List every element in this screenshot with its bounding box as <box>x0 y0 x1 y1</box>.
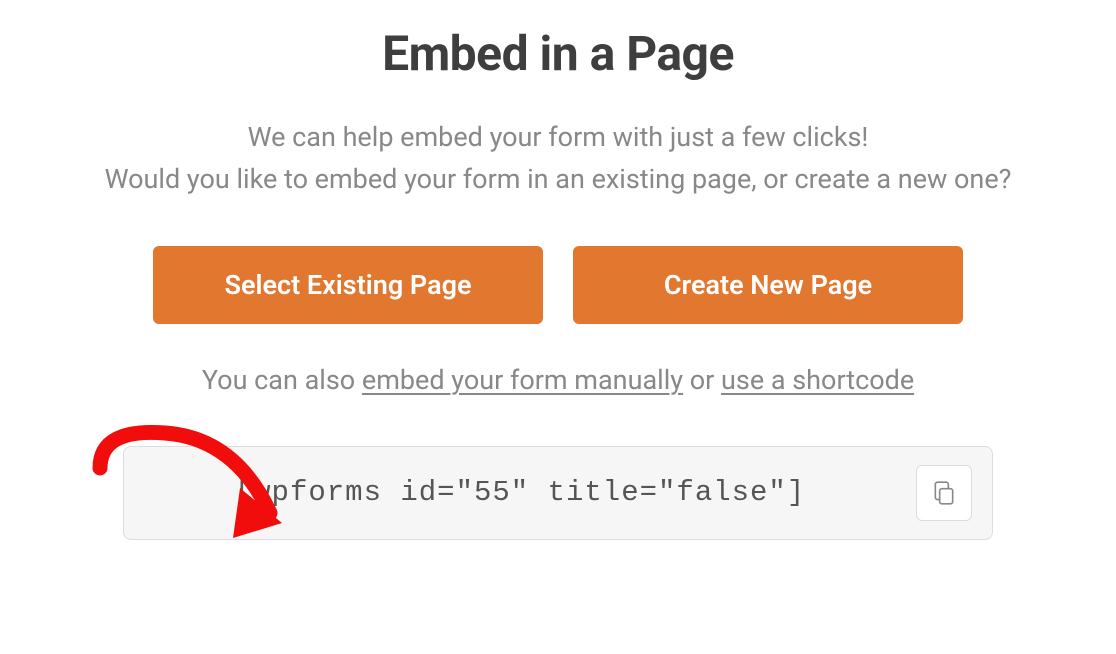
description-line-2: Would you like to embed your form in an … <box>105 163 1012 195</box>
alt-prefix: You can also <box>202 364 362 396</box>
copy-icon <box>931 480 957 506</box>
description-text: We can help embed your form with just a … <box>68 117 1048 201</box>
shortcode-text: [wpforms id="55" title="false"] <box>144 476 896 509</box>
page-title: Embed in a Page <box>68 25 1048 82</box>
create-new-page-button[interactable]: Create New Page <box>573 246 963 324</box>
embed-manually-link[interactable]: embed your form manually <box>362 364 683 396</box>
button-row: Select Existing Page Create New Page <box>68 246 1048 324</box>
description-line-1: We can help embed your form with just a … <box>248 121 869 153</box>
alternative-options-text: You can also embed your form manually or… <box>68 364 1048 396</box>
select-existing-page-button[interactable]: Select Existing Page <box>153 246 543 324</box>
copy-shortcode-button[interactable] <box>916 465 972 521</box>
shortcode-container: [wpforms id="55" title="false"] <box>123 446 993 540</box>
use-shortcode-link[interactable]: use a shortcode <box>721 364 914 396</box>
alt-middle: or <box>683 364 721 396</box>
